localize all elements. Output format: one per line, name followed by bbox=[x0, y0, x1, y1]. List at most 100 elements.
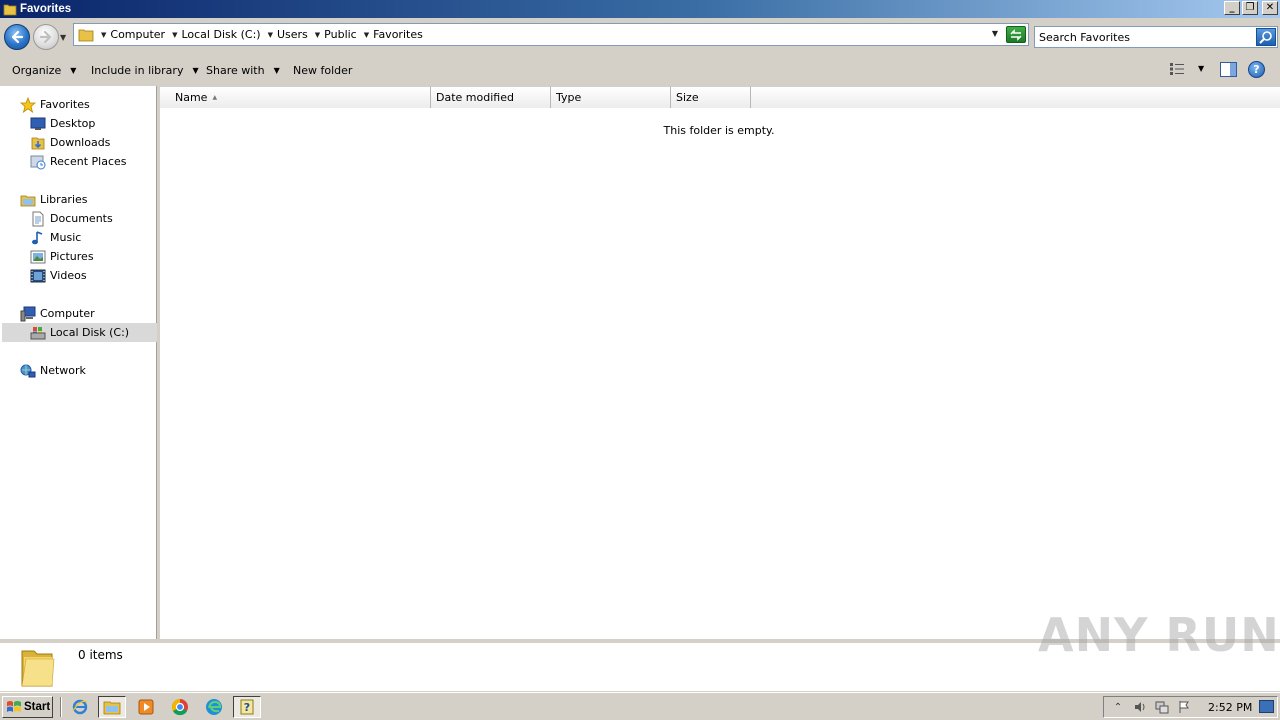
sidebar-item-label: Videos bbox=[50, 269, 87, 282]
start-label: Start bbox=[24, 701, 51, 713]
search-box bbox=[1034, 26, 1278, 48]
column-header-filler bbox=[751, 86, 1280, 108]
refresh-button[interactable] bbox=[1006, 26, 1026, 43]
sidebar-item-music[interactable]: Music bbox=[30, 228, 81, 247]
media-player-taskbar-button[interactable] bbox=[132, 696, 160, 718]
search-button[interactable] bbox=[1256, 28, 1276, 46]
column-header-type[interactable]: Type bbox=[551, 86, 671, 108]
forward-arrow-icon bbox=[39, 30, 52, 44]
organize-button[interactable]: Organize ▼ bbox=[6, 58, 82, 82]
breadcrumb-users[interactable]: Users bbox=[277, 28, 308, 41]
sidebar-item-label: Local Disk (C:) bbox=[50, 326, 130, 339]
include-in-library-button[interactable]: Include in library ▼ bbox=[85, 58, 205, 82]
windows-logo-icon bbox=[7, 701, 21, 712]
column-header-name[interactable]: Name ▲ bbox=[160, 86, 431, 108]
chevron-down-icon[interactable]: ▼ bbox=[364, 31, 369, 39]
sidebar-item-label: Favorites bbox=[40, 98, 90, 111]
help-app-taskbar-button[interactable]: ? bbox=[233, 696, 261, 718]
address-history-dropdown[interactable]: ▼ bbox=[992, 29, 998, 38]
back-button[interactable] bbox=[4, 24, 30, 50]
show-desktop-icon[interactable] bbox=[1259, 700, 1274, 713]
sidebar-item-label: Documents bbox=[50, 212, 113, 225]
column-header-date-modified[interactable]: Date modified bbox=[431, 86, 551, 108]
share-with-button[interactable]: Share with ▼ bbox=[200, 58, 286, 82]
pictures-icon bbox=[30, 249, 46, 265]
chevron-down-icon: ▼ bbox=[70, 65, 77, 75]
edge-icon bbox=[206, 699, 222, 715]
explorer-taskbar-button[interactable] bbox=[98, 696, 126, 718]
downloads-folder-icon bbox=[30, 135, 46, 151]
sidebar-item-label: Downloads bbox=[50, 136, 111, 149]
file-list[interactable]: Name ▲ Date modified Type Size This folde… bbox=[160, 86, 1280, 639]
local-disk-icon bbox=[30, 325, 46, 341]
include-in-library-label: Include in library bbox=[91, 63, 184, 77]
close-button[interactable]: ✕ bbox=[1262, 1, 1278, 15]
back-arrow-icon bbox=[11, 30, 24, 44]
media-player-icon bbox=[138, 699, 154, 715]
view-options-dropdown[interactable]: ▼ bbox=[1198, 64, 1204, 73]
show-hidden-icons-icon[interactable]: ⌃ bbox=[1110, 699, 1126, 715]
sidebar-item-local-disk[interactable]: Local Disk (C:) bbox=[2, 323, 157, 342]
new-folder-button[interactable]: New folder bbox=[287, 58, 358, 82]
internet-explorer-taskbar-button[interactable] bbox=[66, 696, 94, 718]
breadcrumb-local-disk[interactable]: Local Disk (C:) bbox=[181, 28, 260, 41]
sidebar-item-downloads[interactable]: Downloads bbox=[30, 133, 110, 152]
column-header-label: Type bbox=[556, 91, 582, 104]
navigation-pane: Favorites Desktop Downloads Recent Place… bbox=[0, 86, 157, 639]
chevron-down-icon[interactable]: ▼ bbox=[101, 31, 106, 39]
breadcrumb-public[interactable]: Public bbox=[324, 28, 357, 41]
sidebar-item-label: Network bbox=[40, 364, 86, 377]
chevron-down-icon[interactable]: ▼ bbox=[315, 31, 320, 39]
chevron-down-icon[interactable]: ▼ bbox=[268, 31, 273, 39]
restore-button[interactable]: ❐ bbox=[1242, 1, 1258, 15]
svg-text:?: ? bbox=[244, 701, 250, 714]
watermark-logo: ANY RUN bbox=[1038, 608, 1280, 662]
search-input[interactable] bbox=[1039, 28, 1253, 46]
chevron-down-icon[interactable]: ▼ bbox=[172, 31, 177, 39]
sidebar-item-pictures[interactable]: Pictures bbox=[30, 247, 94, 266]
share-with-label: Share with bbox=[206, 63, 265, 77]
help-icon[interactable]: ? bbox=[1248, 61, 1265, 78]
breadcrumb-computer[interactable]: Computer bbox=[110, 28, 165, 41]
column-header-label: Size bbox=[676, 91, 699, 104]
taskbar-separator bbox=[60, 697, 62, 717]
sidebar-item-recent-places[interactable]: Recent Places bbox=[30, 152, 127, 171]
volume-icon[interactable] bbox=[1132, 699, 1148, 715]
sidebar-item-videos[interactable]: Videos bbox=[30, 266, 87, 285]
column-header-size[interactable]: Size bbox=[671, 86, 751, 108]
edge-taskbar-button[interactable] bbox=[200, 696, 228, 718]
sidebar-item-label: Recent Places bbox=[50, 155, 127, 168]
sidebar-item-favorites[interactable]: Favorites bbox=[20, 95, 90, 114]
sidebar-item-libraries[interactable]: Libraries bbox=[20, 190, 88, 209]
address-box[interactable]: ▼ Computer ▼ Local Disk (C:) ▼ Users ▼ P… bbox=[73, 23, 1029, 46]
sidebar-item-label: Desktop bbox=[50, 117, 96, 130]
preview-pane-icon[interactable] bbox=[1220, 62, 1237, 77]
documents-icon bbox=[30, 211, 46, 227]
chrome-taskbar-button[interactable] bbox=[166, 696, 194, 718]
clock[interactable]: 2:52 PM bbox=[1208, 701, 1252, 714]
sidebar-item-documents[interactable]: Documents bbox=[30, 209, 113, 228]
start-button[interactable]: Start bbox=[2, 696, 53, 718]
forward-button[interactable] bbox=[33, 24, 59, 50]
chevron-down-icon: ▼ bbox=[192, 65, 199, 75]
star-icon bbox=[20, 96, 36, 113]
minimize-button[interactable]: _ bbox=[1224, 1, 1240, 15]
music-note-icon bbox=[30, 230, 46, 246]
folder-icon bbox=[103, 701, 121, 715]
column-header-label: Name bbox=[175, 91, 208, 104]
change-view-icon[interactable] bbox=[1169, 62, 1185, 76]
breadcrumb-favorites[interactable]: Favorites bbox=[373, 28, 423, 41]
system-tray: ⌃ 2:52 PM bbox=[1103, 696, 1278, 718]
empty-folder-message: This folder is empty. bbox=[663, 124, 775, 137]
sidebar-item-computer[interactable]: Computer bbox=[20, 304, 95, 323]
sidebar-item-label: Music bbox=[50, 231, 82, 244]
refresh-icon bbox=[1010, 28, 1022, 41]
network-status-icon[interactable] bbox=[1154, 699, 1170, 715]
recent-pages-dropdown[interactable]: ▼ bbox=[60, 33, 66, 42]
sort-ascending-icon: ▲ bbox=[212, 94, 218, 101]
sidebar-item-network[interactable]: Network bbox=[20, 361, 86, 380]
folder-icon bbox=[21, 650, 55, 687]
sidebar-item-desktop[interactable]: Desktop bbox=[30, 114, 95, 133]
window-title: Favorites bbox=[20, 3, 72, 15]
action-center-flag-icon[interactable] bbox=[1176, 699, 1192, 715]
